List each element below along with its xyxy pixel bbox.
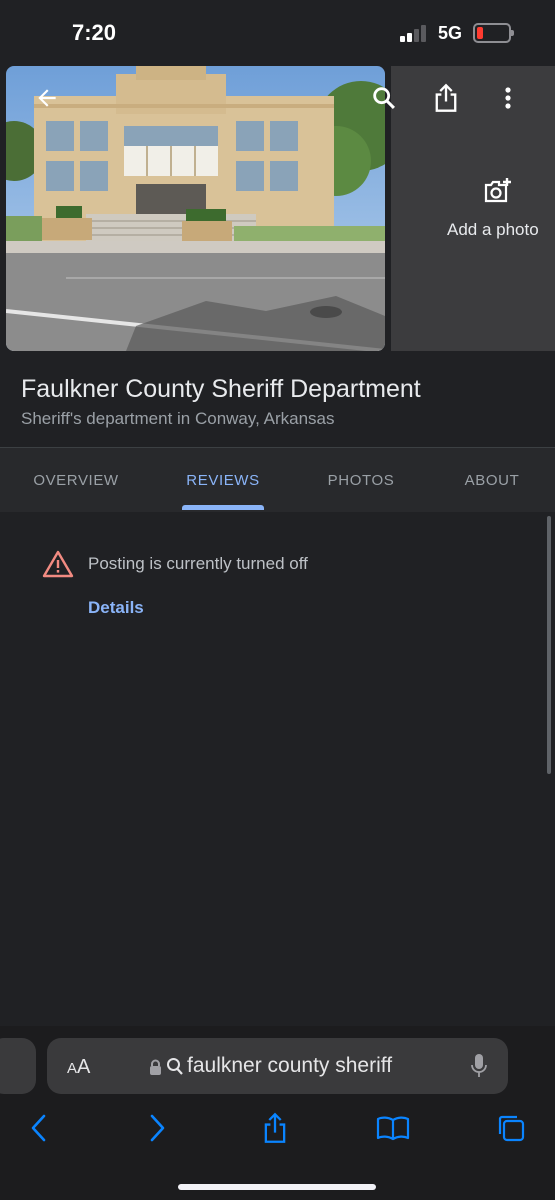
tab-bar: OVERVIEW REVIEWS PHOTOS ABOUT — [0, 448, 555, 512]
url-text[interactable]: faulkner county sheriff — [187, 1054, 392, 1078]
cellular-signal-icon — [400, 24, 428, 42]
tab-about[interactable]: ABOUT — [444, 448, 540, 512]
browser-back-button[interactable] — [16, 1108, 60, 1148]
back-button[interactable] — [27, 78, 67, 118]
text-size-button[interactable]: AA — [67, 1056, 90, 1079]
search-icon — [373, 87, 395, 109]
browser-forward-button[interactable] — [136, 1108, 180, 1148]
microphone-icon[interactable] — [471, 1053, 487, 1079]
battery-icon — [473, 23, 514, 43]
chevron-left-icon — [31, 1114, 46, 1142]
bookmarks-button[interactable] — [371, 1108, 415, 1148]
status-time: 7:20 — [72, 20, 117, 45]
network-type: 5G — [438, 23, 463, 43]
place-category: Sheriff's department in Conway, Arkansas — [21, 409, 335, 428]
place-title: Faulkner County Sheriff Department — [21, 375, 421, 403]
book-icon — [376, 1116, 410, 1141]
active-tab-indicator — [182, 505, 264, 510]
tabs-icon — [498, 1115, 525, 1142]
add-photo-tile[interactable] — [391, 66, 555, 351]
search-icon — [167, 1058, 183, 1075]
search-button[interactable] — [364, 78, 404, 118]
status-bar: 7:20 5G — [0, 0, 555, 66]
address-bar[interactable]: AA faulkner county sheriff — [47, 1038, 508, 1094]
chevron-right-icon — [150, 1114, 165, 1142]
add-photo-label[interactable]: Add a photo — [447, 220, 539, 240]
tab-overview[interactable]: OVERVIEW — [20, 448, 132, 512]
warning-icon — [42, 550, 74, 578]
lock-icon — [150, 1059, 161, 1075]
tab-reviews[interactable]: REVIEWS — [168, 448, 278, 512]
tabs-button[interactable] — [489, 1108, 533, 1148]
details-link[interactable]: Details — [88, 598, 144, 618]
previous-tab-preview[interactable] — [0, 1038, 36, 1094]
more-vert-icon — [505, 87, 511, 109]
home-indicator — [178, 1184, 376, 1190]
tab-photos[interactable]: PHOTOS — [310, 448, 412, 512]
photo-strip: Add a photo — [0, 66, 555, 352]
add-photo-button[interactable] — [478, 171, 518, 211]
posting-off-notice: Posting is currently turned off — [88, 554, 308, 573]
browser-share-button[interactable] — [253, 1108, 297, 1148]
share-icon — [435, 83, 457, 112]
camera-plus-icon — [484, 178, 511, 203]
browser-bottom-bar: AA faulkner county sheriff — [0, 1026, 555, 1200]
share-icon — [264, 1112, 286, 1143]
scrollbar[interactable] — [547, 516, 551, 774]
text-size-big: A — [77, 1056, 91, 1078]
arrow-left-icon — [38, 89, 56, 107]
share-button[interactable] — [426, 78, 466, 118]
more-options-button[interactable] — [488, 78, 528, 118]
text-size-small: A — [67, 1060, 78, 1077]
